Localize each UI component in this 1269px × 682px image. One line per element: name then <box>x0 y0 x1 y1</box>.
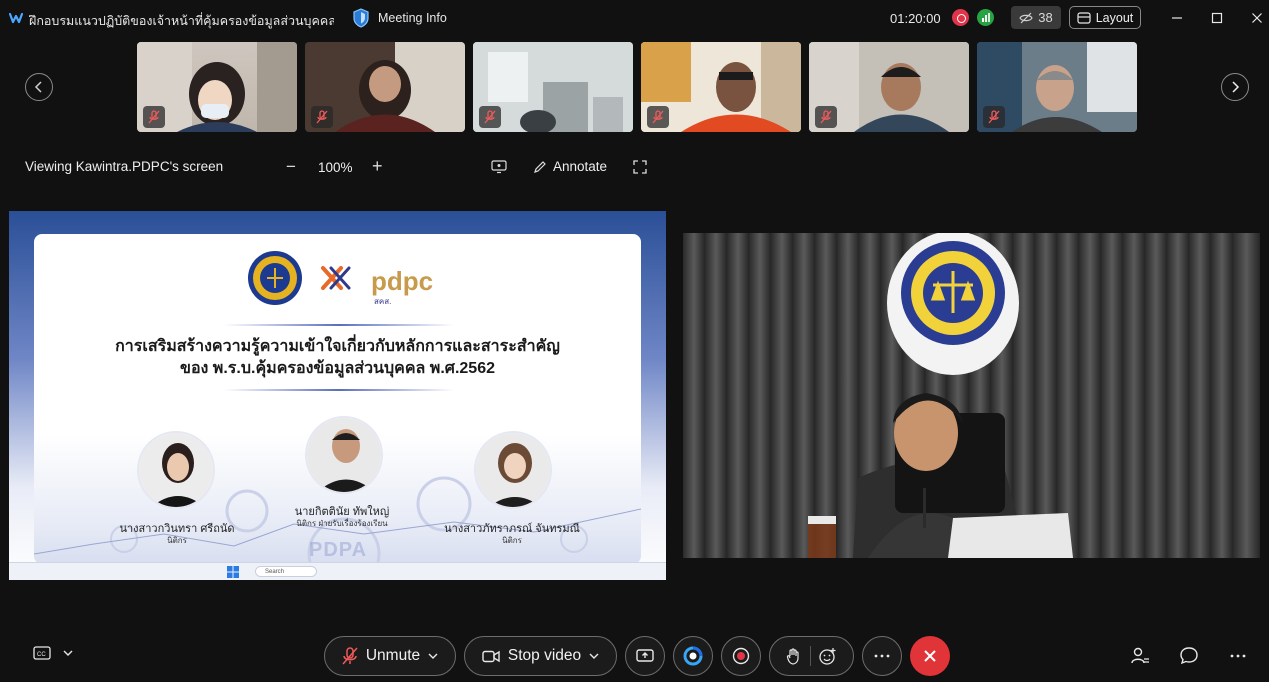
chevron-down-icon <box>589 653 599 659</box>
layout-button[interactable]: Layout <box>1069 6 1141 29</box>
divider <box>810 646 811 666</box>
mic-off-icon <box>143 106 165 128</box>
close-icon[interactable] <box>1247 8 1267 28</box>
fullscreen-icon[interactable] <box>633 160 647 174</box>
pdpc-logo-text: pdpc <box>371 266 433 296</box>
cc-icon: CC <box>33 646 51 660</box>
presentation-slide: pdpc สคส. การเสริมสร้างความรู้ความเข้าใจ… <box>34 234 641 564</box>
mic-off-icon <box>311 106 333 128</box>
speaker-photo-1 <box>137 431 215 509</box>
participant-thumbnail-3[interactable] <box>473 42 633 132</box>
speaker-role-2: นิติกร ฝ่ายรับเรื่องร้องเรียน <box>296 519 388 528</box>
chevron-down-icon <box>428 653 438 659</box>
participants-icon <box>1131 647 1149 664</box>
participant-thumbnail-4[interactable] <box>641 42 801 132</box>
zoom-in-button[interactable]: + <box>372 156 383 177</box>
layout-icon <box>1077 11 1091 24</box>
mic-off-icon <box>815 106 837 128</box>
headline-rule-top <box>224 324 454 326</box>
raise-hand-icon <box>786 648 799 665</box>
signal-icon[interactable] <box>977 9 994 26</box>
more-options-button[interactable] <box>862 636 902 676</box>
zoom-level: 100% <box>318 160 353 175</box>
headline-rule-bottom <box>224 389 454 391</box>
chevron-right-icon <box>1232 81 1240 93</box>
viewing-screen-label: Viewing Kawintra.PDPC's screen <box>25 159 224 174</box>
annotate-label: Annotate <box>553 159 608 174</box>
participant-thumbnail-1[interactable] <box>137 42 297 132</box>
speaker-role-3: นิติกร <box>502 536 522 545</box>
shared-screen[interactable]: pdpc สคส. การเสริมสร้างความรู้ความเข้าใจ… <box>9 211 666 580</box>
speaker-role-1: นิติกร <box>167 536 187 545</box>
minimize-icon[interactable] <box>1167 8 1187 28</box>
participant-count-badge[interactable]: 38 <box>1011 6 1061 29</box>
leave-meeting-button[interactable] <box>910 636 950 676</box>
unmute-button[interactable]: Unmute <box>324 636 456 676</box>
speaker-video-frame <box>683 233 1260 558</box>
zoom-out-button[interactable]: − <box>286 157 296 177</box>
remote-taskbar-search: Search <box>255 566 317 577</box>
prev-participants-button[interactable] <box>25 73 53 101</box>
more-icon <box>1230 654 1246 658</box>
more-panels-button[interactable] <box>1228 646 1248 666</box>
title-bar: ฝึกอบรมแนวปฏิบัติของเจ้าหน้าที่คุ้มครองข… <box>0 0 1269 36</box>
stop-video-label: Stop video <box>507 647 582 664</box>
annotate-button[interactable]: Annotate <box>533 159 607 174</box>
mic-off-icon <box>983 106 1005 128</box>
pdpc-logo-sub: สคส. <box>374 297 391 306</box>
chevron-left-icon <box>34 81 42 93</box>
annotate-icon <box>534 160 546 173</box>
participant-thumbnail-5[interactable] <box>809 42 969 132</box>
share-screen-icon[interactable] <box>491 160 507 174</box>
meeting-title: ฝึกอบรมแนวปฏิบัติของเจ้าหน้าที่คุ้มครองข… <box>29 14 334 28</box>
participant-thumbnail-2[interactable] <box>305 42 465 132</box>
reactions-icon <box>819 648 836 665</box>
active-speaker-video[interactable] <box>683 233 1260 558</box>
record-button[interactable] <box>721 636 761 676</box>
pdpa-watermark: PDPA <box>309 539 368 561</box>
headline-line-2: ของ พ.ร.บ.คุ้มครองข้อมูลส่วนบุคคล พ.ศ.25… <box>180 360 495 377</box>
chat-icon <box>1180 647 1198 665</box>
meeting-timer: 01:20:00 <box>890 11 941 26</box>
camera-icon <box>482 650 500 662</box>
ai-assistant-icon <box>683 646 703 666</box>
remote-taskbar: Search <box>9 562 666 580</box>
webex-logo-icon <box>9 12 23 24</box>
mic-off-icon <box>647 106 669 128</box>
record-icon[interactable] <box>952 9 969 26</box>
closed-captions-button[interactable]: CC <box>33 646 73 660</box>
maximize-icon[interactable] <box>1207 8 1227 28</box>
hand-reactions-button[interactable] <box>769 636 854 676</box>
headline-line-1: การเสริมสร้างความรู้ความเข้าใจเกี่ยวกับห… <box>115 338 560 355</box>
end-call-icon <box>924 650 936 662</box>
chevron-down-icon <box>63 650 73 656</box>
record-button-icon <box>732 647 750 665</box>
chat-panel-button[interactable] <box>1179 646 1199 666</box>
participant-thumbnail-6[interactable] <box>977 42 1137 132</box>
windows-start-icon <box>227 566 239 578</box>
shield-icon <box>353 8 369 28</box>
meeting-info-button[interactable]: Meeting Info <box>352 8 447 28</box>
mic-off-icon <box>342 647 358 665</box>
participants-panel-button[interactable] <box>1130 646 1150 666</box>
ai-assistant-button[interactable] <box>673 636 713 676</box>
mic-off-icon <box>479 106 501 128</box>
unmute-label: Unmute <box>365 647 421 664</box>
share-icon <box>636 649 654 662</box>
layout-label: Layout <box>1095 10 1134 25</box>
share-content-button[interactable] <box>625 636 665 676</box>
speaker-photo-2 <box>305 416 383 494</box>
slide-logos: pdpc สคส. <box>248 251 433 306</box>
meeting-info-label: Meeting Info <box>378 11 447 25</box>
more-icon <box>874 654 890 658</box>
stop-video-button[interactable]: Stop video <box>464 636 617 676</box>
next-participants-button[interactable] <box>1221 73 1249 101</box>
participant-count: 38 <box>1038 10 1053 25</box>
hidden-eye-icon <box>1019 12 1033 23</box>
svg-text:CC: CC <box>37 652 46 658</box>
slide-headline: การเสริมสร้างความรู้ความเข้าใจเกี่ยวกับห… <box>34 336 641 380</box>
speaker-photo-3 <box>474 431 552 509</box>
